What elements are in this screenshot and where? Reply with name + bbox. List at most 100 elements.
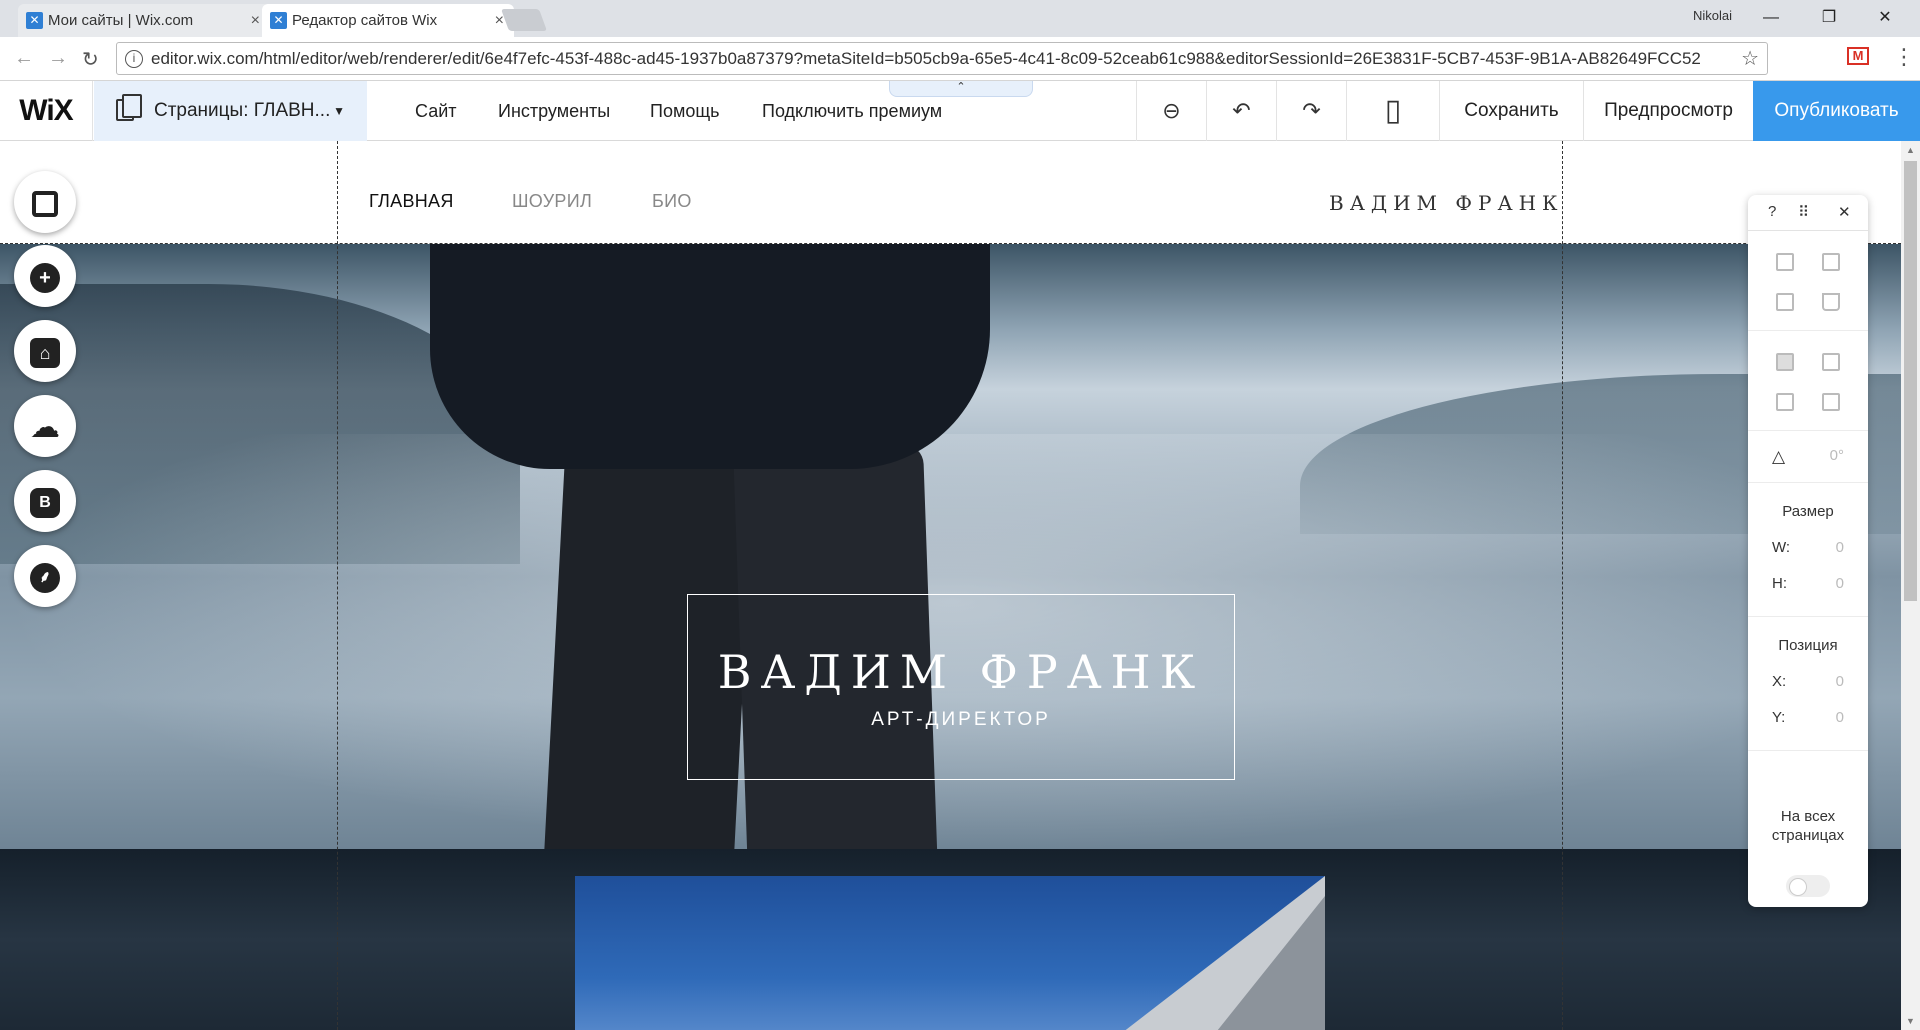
pages-dropdown-label: Страницы: ГЛАВН... [154,100,331,121]
mountain-image[interactable] [575,876,1325,1030]
pages-dropdown[interactable]: Страницы: ГЛАВН... ▼ [94,81,367,141]
url-text[interactable]: editor.wix.com/html/editor/web/renderer/… [151,43,1701,74]
tab-my-sites[interactable]: ✕ Мои сайты | Wix.com × [18,4,270,37]
height-input[interactable]: 0 [1836,575,1844,592]
scroll-down-icon[interactable]: ▼ [1906,1016,1915,1026]
close-icon[interactable]: ✕ [1838,203,1851,221]
tab-wix-editor[interactable]: ✕ Редактор сайтов Wix × [262,4,514,37]
minimize-icon[interactable]: — [1748,4,1794,32]
size-section: Размер W: 0 H: 0 [1748,483,1868,617]
undo-icon[interactable]: ↶ [1206,81,1276,141]
zoom-out-icon[interactable]: ⊖ [1136,81,1206,141]
hero-title-box[interactable]: ВАДИМ ФРАНК АРТ-ДИРЕКТОР [687,594,1235,780]
menu-help[interactable]: Помощь [650,81,720,141]
site-header[interactable]: ГЛАВНАЯ ШОУРИЛ БИО ВАДИМ ФРАНК [0,141,1901,244]
distribute-icon[interactable] [1776,393,1794,411]
upload-button[interactable]: ☁ [14,395,76,457]
editor-top-bar: WiX Страницы: ГЛАВН... ▼ Сайт Инструмент… [0,81,1920,141]
publish-button[interactable]: Опубликовать [1753,81,1920,141]
background-button[interactable] [14,171,76,233]
menu-tools[interactable]: Инструменты [498,81,610,141]
mountain-peak-shape [1205,896,1325,1030]
background-icon [32,191,58,218]
upload-icon: ☁ [30,411,60,445]
rotate-icon[interactable]: △ [1772,447,1785,467]
arrange-icon[interactable] [1776,353,1794,371]
hero-strip[interactable]: ВАДИМ ФРАНК АРТ-ДИРЕКТОР [0,244,1901,854]
y-label: Y: [1772,709,1786,726]
address-bar[interactable]: i editor.wix.com/html/editor/web/rendere… [116,42,1768,75]
width-input[interactable]: 0 [1836,539,1844,556]
hero-title[interactable]: ВАДИМ ФРАНК [688,645,1234,699]
hero-image-person [430,244,990,469]
bookmark-star-icon[interactable]: ☆ [1741,46,1759,71]
site-nav-showreel[interactable]: ШОУРИЛ [512,191,592,212]
x-label: X: [1772,673,1787,690]
height-label: H: [1772,575,1787,592]
scrollbar-thumb[interactable] [1904,161,1917,601]
app-market-icon: ⌂ [30,338,60,369]
pages-icon [116,94,142,121]
site-info-icon[interactable]: i [125,50,143,68]
chat-button[interactable]: ⸙ [14,545,76,607]
reload-icon[interactable]: ↻ [82,47,99,72]
duplicate-icon[interactable] [1776,293,1794,311]
canvas-scrollbar[interactable]: ▲ ▼ [1901,141,1920,1030]
site-brand[interactable]: ВАДИМ ФРАНК [1329,191,1564,215]
chevron-down-icon: ▼ [333,104,345,118]
wix-favicon-icon: ✕ [270,12,287,29]
browser-tab-bar: ✕ Мои сайты | Wix.com × ✕ Редактор сайто… [0,0,1920,37]
mobile-view-icon[interactable]: ▯ [1346,81,1439,141]
layout-guide-right [1562,141,1563,1030]
delete-icon[interactable] [1822,293,1840,311]
back-icon[interactable]: ← [14,47,34,70]
copy-icon[interactable] [1776,253,1794,271]
rotation-section: △ 0° [1748,431,1868,483]
paste-icon[interactable] [1822,253,1840,271]
layout-guide-left [337,141,338,1030]
help-icon[interactable]: ? [1768,203,1776,220]
all-pages-label: На всех страницах [1771,808,1845,844]
redo-icon[interactable]: ↷ [1276,81,1346,141]
browser-menu-icon[interactable]: ⋮ [1893,44,1915,70]
menu-site[interactable]: Сайт [415,81,457,141]
wix-logo[interactable]: WiX [0,81,93,141]
rotation-value[interactable]: 0° [1830,447,1844,464]
scroll-up-icon[interactable]: ▲ [1906,145,1915,155]
add-button[interactable]: + [14,245,76,307]
clipboard-section [1748,231,1868,331]
maximize-icon[interactable]: ❐ [1806,4,1852,32]
editor-canvas[interactable]: ГЛАВНАЯ ШОУРИЛ БИО ВАДИМ ФРАНК ВАДИМ ФРА… [0,141,1901,1030]
close-window-icon[interactable]: ✕ [1862,4,1908,32]
close-tab-icon[interactable]: × [251,4,260,37]
add-icon: + [30,263,60,294]
all-pages-toggle[interactable] [1786,875,1830,897]
drag-handle-icon[interactable]: ⠿ [1798,203,1809,221]
browser-toolbar: ← → ↻ i editor.wix.com/html/editor/web/r… [0,37,1920,81]
preview-button[interactable]: Предпросмотр [1583,81,1753,141]
forward-icon[interactable]: → [48,47,68,70]
x-input[interactable]: 0 [1836,673,1844,690]
site-nav-bio[interactable]: БИО [652,191,692,212]
second-strip[interactable] [0,849,1901,1030]
app-market-button[interactable]: ⌂ [14,320,76,382]
chat-icon: ⸙ [30,563,60,594]
size-label: Размер [1782,503,1834,520]
site-nav-home[interactable]: ГЛАВНАЯ [369,191,454,212]
blog-icon: B [30,488,60,519]
y-input[interactable]: 0 [1836,709,1844,726]
wix-favicon-icon: ✕ [26,12,43,29]
arrange-section [1748,331,1868,431]
collapse-topbar-button[interactable]: ⌃ [889,81,1033,97]
match-size-icon[interactable] [1822,393,1840,411]
blog-button[interactable]: B [14,470,76,532]
hero-subtitle[interactable]: АРТ-ДИРЕКТОР [688,709,1234,731]
save-button[interactable]: Сохранить [1439,81,1583,141]
align-icon[interactable] [1822,353,1840,371]
tab-title: Редактор сайтов Wix [292,12,438,29]
new-tab-button[interactable] [500,9,548,31]
profile-name[interactable]: Nikolai [1693,8,1732,23]
width-label: W: [1772,539,1791,556]
gmail-extension-icon[interactable]: M [1847,47,1869,65]
position-section: Позиция X: 0 Y: 0 [1748,617,1868,751]
